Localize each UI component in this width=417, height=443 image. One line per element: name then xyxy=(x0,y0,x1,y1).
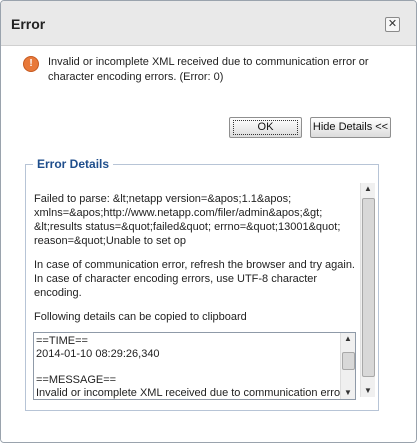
hide-details-button[interactable]: Hide Details << xyxy=(310,117,391,138)
log-scroll-up-arrow-icon[interactable]: ▲ xyxy=(341,333,355,345)
dialog-titlebar[interactable]: Error ✕ xyxy=(1,1,416,46)
log-content: ==TIME== 2014-01-10 08:29:26,340 ==MESSA… xyxy=(36,335,344,399)
warning-icon: ! xyxy=(23,56,39,72)
log-scrollbar[interactable]: ▲ ▼ xyxy=(340,333,355,399)
dialog-title: Error xyxy=(11,16,46,32)
ok-button[interactable]: OK xyxy=(229,117,302,138)
parse-error-text: Failed to parse: &lt;netapp version=&apo… xyxy=(34,193,341,247)
clipboard-hint-text: Following details can be copied to clipb… xyxy=(34,311,247,323)
log-scroll-down-arrow-icon[interactable]: ▼ xyxy=(341,387,355,399)
focus-ring xyxy=(233,120,298,135)
log-line: ==TIME== xyxy=(36,335,88,347)
advice-text: In case of communication error, refresh … xyxy=(34,259,355,299)
scroll-up-arrow-icon[interactable]: ▲ xyxy=(361,183,375,195)
details-log-textarea[interactable]: ==TIME== 2014-01-10 08:29:26,340 ==MESSA… xyxy=(33,332,356,400)
log-line: ==MESSAGE== xyxy=(36,374,117,386)
error-message: Invalid or incomplete XML received due t… xyxy=(48,56,369,83)
log-line: Invalid or incomplete XML received due t… xyxy=(36,387,344,399)
error-details-legend: Error Details xyxy=(33,157,114,171)
details-scrollbar[interactable]: ▲ ▼ xyxy=(360,183,375,397)
log-scroll-thumb[interactable] xyxy=(342,352,355,370)
scroll-down-arrow-icon[interactable]: ▼ xyxy=(361,385,375,397)
close-icon[interactable]: ✕ xyxy=(385,17,400,32)
scroll-thumb[interactable] xyxy=(362,198,375,377)
log-line: 2014-01-10 08:29:26,340 xyxy=(36,348,160,360)
